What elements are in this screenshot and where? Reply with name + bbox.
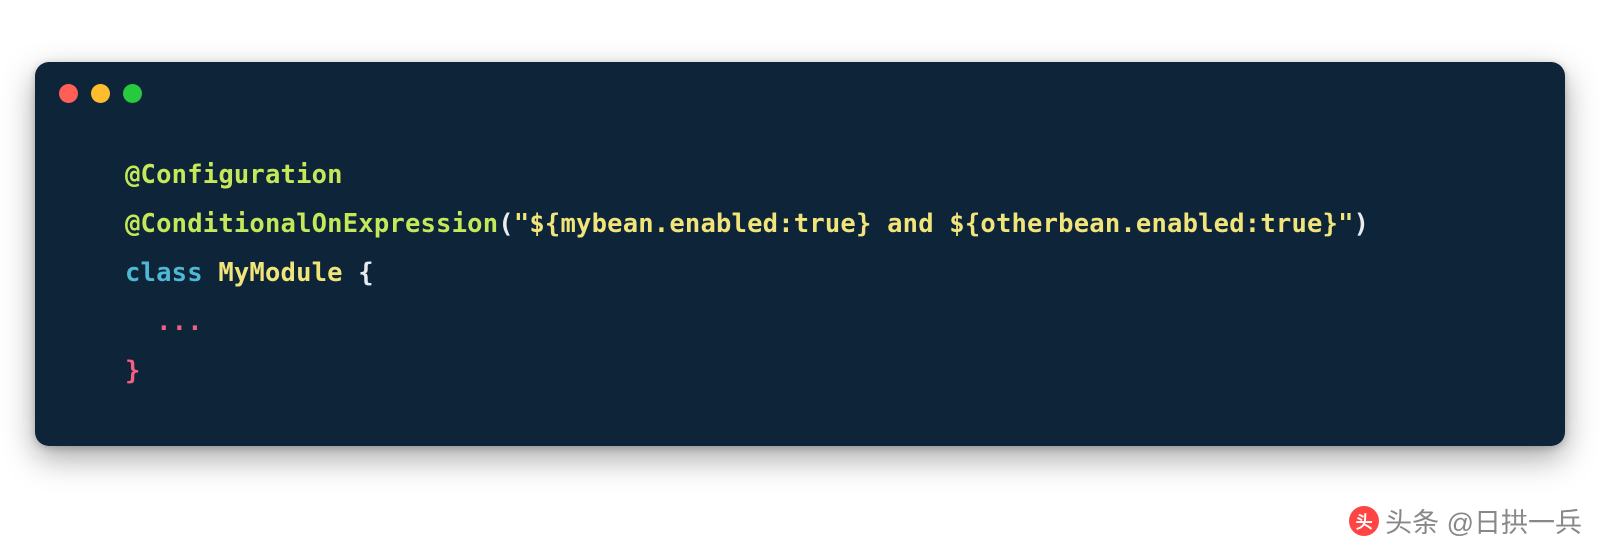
watermark-logo-icon: 头 [1349,506,1379,536]
code-annotation: @ConditionalOnExpression [125,209,498,239]
minimize-icon[interactable] [91,84,110,103]
watermark: 头 头条 @日拱一兵 [1349,501,1582,540]
code-string: "${mybean.enabled:true} and ${otherbean.… [514,209,1354,239]
watermark-text: 头条 @日拱一兵 [1385,501,1582,540]
code-classname: MyModule [203,258,359,288]
maximize-icon[interactable] [123,84,142,103]
code-brace: { [358,258,374,288]
code-paren: ( [498,209,514,239]
code-brace: } [125,356,141,386]
window-titlebar [35,62,1565,113]
code-window: @Configuration @ConditionalOnExpression(… [35,62,1565,446]
code-paren: ) [1354,209,1370,239]
code-block: @Configuration @ConditionalOnExpression(… [35,113,1565,396]
code-annotation: @Configuration [125,160,343,190]
code-keyword: class [125,258,203,288]
code-ellipsis: ... [125,307,203,337]
close-icon[interactable] [59,84,78,103]
